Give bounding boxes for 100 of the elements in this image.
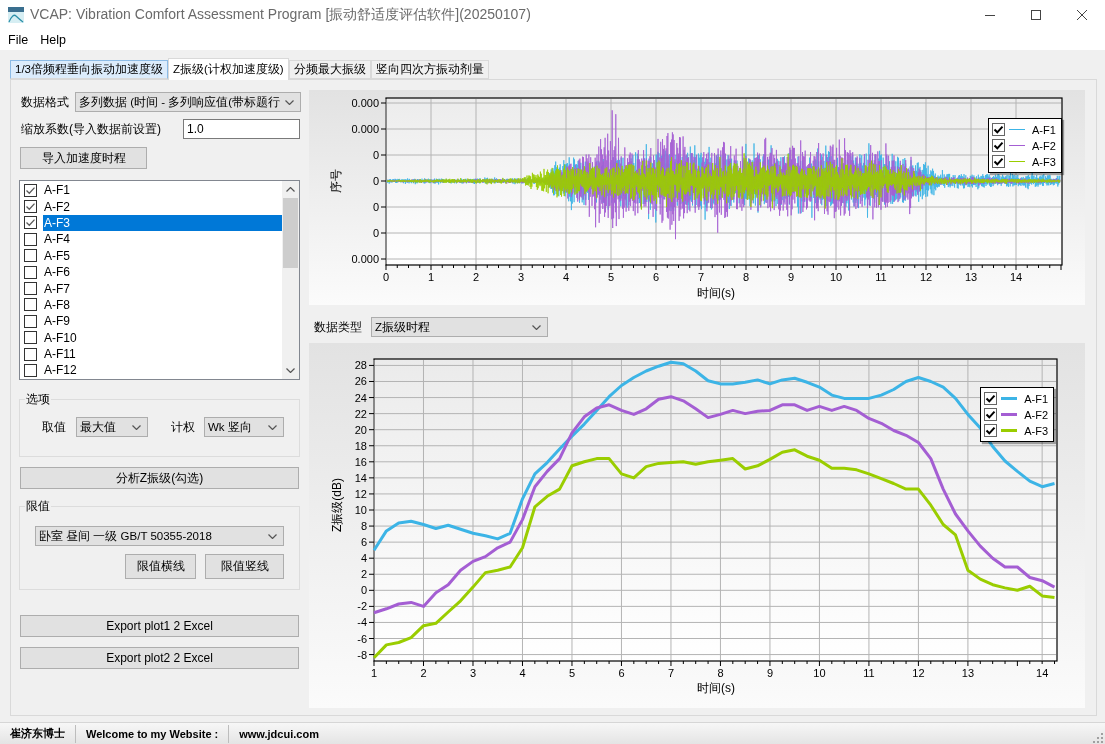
axis-tick-label: 7 bbox=[697, 271, 705, 283]
checkbox[interactable] bbox=[24, 216, 37, 230]
limit-line-button[interactable]: 限值竖线 bbox=[205, 554, 284, 579]
chevron-down-icon bbox=[532, 324, 541, 330]
import-button[interactable]: 导入加速度时程 bbox=[20, 147, 147, 169]
checkbox[interactable] bbox=[24, 232, 37, 246]
chevron-down-icon bbox=[132, 424, 141, 430]
status-text: www.jdcui.com bbox=[238, 727, 320, 740]
checkbox[interactable] bbox=[24, 265, 37, 279]
field-label: 计权 bbox=[171, 418, 196, 436]
list-item[interactable]: A-F1 bbox=[43, 182, 282, 199]
axis-tick-label: 10 bbox=[829, 271, 843, 283]
axis-tick-label: 1 bbox=[370, 667, 378, 679]
field-label: 数据格式 bbox=[21, 93, 70, 111]
group-title: 选项 bbox=[25, 391, 51, 408]
checkbox[interactable] bbox=[24, 183, 37, 197]
checkbox[interactable] bbox=[24, 200, 37, 214]
axis-tick-label: 2 bbox=[360, 568, 367, 581]
checkbox[interactable] bbox=[24, 249, 37, 263]
axis-tick-label: 3 bbox=[517, 271, 525, 283]
list-item[interactable]: A-F11 bbox=[43, 346, 282, 363]
list-item[interactable]: A-F5 bbox=[43, 247, 282, 264]
list-item[interactable]: A-F4 bbox=[43, 231, 282, 248]
tab[interactable]: 竖向四次方振动剂量 bbox=[370, 60, 489, 79]
axis-tick-label: 6 bbox=[618, 667, 625, 679]
axis-tick-label: 6 bbox=[360, 536, 367, 549]
chevron-down-icon[interactable] bbox=[286, 368, 295, 373]
axis-tick-label: 9 bbox=[787, 271, 795, 283]
axis-tick-label: 18 bbox=[354, 439, 367, 452]
axis-tick-label: 2 bbox=[472, 271, 480, 283]
checkbox[interactable] bbox=[24, 314, 37, 328]
checkbox[interactable] bbox=[984, 392, 998, 405]
axis-tick-label: 14 bbox=[1036, 667, 1049, 679]
axis-tick-label: 0 bbox=[382, 271, 390, 283]
scrollbar[interactable] bbox=[282, 181, 299, 379]
axis-title: 时间(s) bbox=[697, 681, 735, 695]
axis-title: Z振级(dB) bbox=[330, 478, 344, 532]
checkbox[interactable] bbox=[24, 282, 37, 296]
axis-tick-label: 4 bbox=[562, 271, 570, 283]
legend-label: A-F1 bbox=[1024, 392, 1048, 405]
axis-tick-label: -6 bbox=[357, 632, 367, 645]
axis-tick-label: 11 bbox=[863, 667, 875, 679]
axis-tick-label: 5 bbox=[607, 271, 615, 283]
axis-tick-label: -2 bbox=[357, 600, 367, 613]
axis-tick-label: 14 bbox=[354, 471, 367, 484]
axis-tick-label: 28 bbox=[354, 359, 367, 372]
list-item[interactable]: A-F10 bbox=[43, 329, 282, 346]
data-format-select[interactable]: 多列数据 (时间 - 多列响应值(带标题行 bbox=[75, 92, 301, 112]
limit-line-button[interactable]: 限值横线 bbox=[125, 554, 196, 579]
axis-tick-label: 8 bbox=[742, 271, 750, 283]
checkbox[interactable] bbox=[24, 331, 37, 345]
field-label: 数据类型 bbox=[314, 318, 363, 336]
weighting-select[interactable]: Wk 竖向 bbox=[204, 417, 284, 437]
checkbox[interactable] bbox=[24, 364, 37, 377]
list-item[interactable]: A-F12 bbox=[43, 362, 282, 379]
value-select[interactable]: 最大值 bbox=[76, 417, 148, 437]
scrollbar-thumb[interactable] bbox=[283, 198, 298, 268]
axis-tick-label: 12 bbox=[912, 667, 925, 679]
list-item[interactable]: A-F8 bbox=[43, 296, 282, 313]
standard-select[interactable]: 卧室 昼间 一级 GB/T 50355-2018 bbox=[35, 526, 284, 546]
axis-tick-label: 11 bbox=[875, 271, 887, 283]
checkbox[interactable] bbox=[992, 155, 1005, 168]
list-item[interactable]: A-F6 bbox=[43, 264, 282, 281]
chevron-down-icon bbox=[268, 533, 277, 539]
axis-tick-label: 0 bbox=[372, 201, 379, 213]
axis-tick-label: 6 bbox=[652, 271, 660, 283]
close-icon bbox=[1077, 10, 1087, 20]
export-button[interactable]: Export plot1 2 Excel bbox=[20, 615, 299, 637]
legend-label: A-F2 bbox=[1024, 408, 1048, 421]
chevron-up-icon[interactable] bbox=[286, 187, 295, 192]
checkbox[interactable] bbox=[992, 139, 1005, 152]
list-item[interactable]: A-F9 bbox=[43, 313, 282, 330]
checkbox[interactable] bbox=[24, 298, 37, 312]
axis-tick-label: 2 bbox=[420, 667, 427, 679]
analyze-button[interactable]: 分析Z振级(勾选) bbox=[20, 467, 299, 489]
chevron-down-icon bbox=[268, 424, 277, 430]
checkbox[interactable] bbox=[984, 424, 998, 437]
tab[interactable]: 1/3倍频程垂向振动加速度级 bbox=[10, 60, 168, 79]
axis-tick-label: 0 bbox=[372, 175, 379, 187]
tab[interactable]: Z振级(计权加速度级) bbox=[168, 58, 289, 80]
axis-tick-label: 3 bbox=[469, 667, 477, 679]
group-title: 限值 bbox=[25, 498, 51, 515]
checkbox[interactable] bbox=[24, 347, 37, 361]
list-item[interactable]: A-F7 bbox=[43, 280, 282, 297]
list-item[interactable]: A-F3 bbox=[43, 214, 282, 231]
list-item[interactable]: A-F2 bbox=[43, 198, 282, 215]
axis-tick-label: 13 bbox=[964, 271, 978, 283]
resize-grip-icon bbox=[1093, 733, 1103, 743]
menu-item[interactable]: File bbox=[2, 31, 35, 49]
menu-item[interactable]: Help bbox=[34, 31, 72, 49]
export-button[interactable]: Export plot2 2 Excel bbox=[20, 647, 299, 669]
axis-tick-label: 0.000 bbox=[351, 97, 379, 109]
axis-tick-label: 8 bbox=[360, 520, 367, 533]
checkbox[interactable] bbox=[984, 408, 998, 421]
axis-tick-label: 0 bbox=[360, 584, 367, 597]
tab[interactable]: 分频最大振级 bbox=[288, 60, 371, 79]
axis-tick-label: 16 bbox=[354, 455, 367, 468]
scale-factor-input[interactable]: 1.0 bbox=[183, 119, 300, 139]
checkbox[interactable] bbox=[992, 123, 1005, 136]
data-type-select[interactable]: Z振级时程 bbox=[371, 317, 548, 337]
